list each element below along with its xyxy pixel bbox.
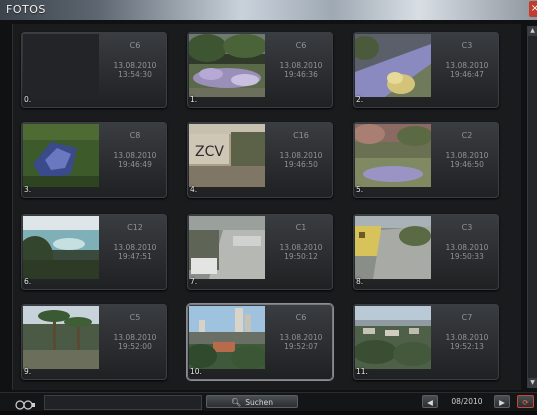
photo-time: 19:46:47 <box>450 70 484 79</box>
scroll-down-icon[interactable]: ▼ <box>528 378 537 388</box>
yellow-house-icon <box>355 216 431 279</box>
camera-label: C1 <box>295 223 307 232</box>
tile-index: 3. <box>24 185 32 194</box>
street-icon <box>189 216 265 279</box>
camera-label: C8 <box>129 131 141 140</box>
tile-index: 1. <box>190 95 198 104</box>
city-skyline-icon <box>189 306 265 369</box>
photo-date: 13.08.2010 <box>113 151 157 160</box>
close-icon[interactable]: × <box>529 1 537 17</box>
arrow-right-icon: ▶ <box>499 398 505 407</box>
camera-label: C3 <box>461 41 473 50</box>
photo-time: 19:52:07 <box>284 342 318 351</box>
flower-garden-icon <box>189 34 265 97</box>
photo-time: 19:46:36 <box>284 70 318 79</box>
photo-date: 13.08.2010 <box>445 151 489 160</box>
search-button-label: Suchen <box>245 398 273 407</box>
photo-date: 13.08.2010 <box>113 333 157 342</box>
photo-date: 13.08.2010 <box>113 243 157 252</box>
camera-label: C12 <box>127 223 143 232</box>
photo-time: 19:46:50 <box>450 160 484 169</box>
photo-time: 19:46:49 <box>118 160 152 169</box>
window-title: FOTOS <box>6 3 46 16</box>
svg-text:ZCV: ZCV <box>195 144 224 160</box>
photo-tile-9[interactable]: C5 13.08.2010 19:52:00 9. <box>21 304 167 380</box>
photo-tile-2[interactable]: C3 13.08.2010 19:46:47 2. <box>353 32 499 108</box>
photo-tile-0[interactable]: C6 13.08.2010 13:54:30 0. <box>21 32 167 108</box>
tile-index: 7. <box>190 277 198 286</box>
dark-icon <box>23 34 99 97</box>
photo-tile-6[interactable]: C12 13.08.2010 19:47:51 6. <box>21 214 167 290</box>
photo-date: 13.08.2010 <box>279 151 323 160</box>
tile-index: 2. <box>356 95 364 104</box>
photo-time: 19:50:12 <box>284 252 318 261</box>
camera-label: C16 <box>293 131 309 140</box>
garden-path-icon <box>355 34 431 97</box>
camera-label: C7 <box>461 313 473 322</box>
camera-label: C3 <box>461 223 473 232</box>
pool-pump-icon <box>23 124 99 187</box>
photo-date: 13.08.2010 <box>279 61 323 70</box>
camera-label: C5 <box>129 313 141 322</box>
photo-time: 19:52:00 <box>118 342 152 351</box>
wall-graffiti-icon: ZCV <box>189 124 265 187</box>
tile-index: 11. <box>356 367 368 376</box>
month-display: 08/2010 <box>451 397 483 406</box>
town-aerial-icon <box>355 306 431 369</box>
footer-bar: 🔍︎ Suchen ◀ 08/2010 ▶ ⟳ <box>0 392 537 411</box>
tile-index: 5. <box>356 185 364 194</box>
photo-time: 19:52:13 <box>450 342 484 351</box>
arrow-left-icon: ◀ <box>427 398 433 407</box>
photo-time: 19:50:33 <box>450 252 484 261</box>
tile-index: 8. <box>356 277 364 286</box>
photo-tile-5[interactable]: C2 13.08.2010 19:46:50 5. <box>353 122 499 198</box>
tile-index: 0. <box>24 95 32 104</box>
refresh-button[interactable]: ⟳ <box>517 395 534 408</box>
refresh-icon: ⟳ <box>522 398 529 407</box>
photo-date: 13.08.2010 <box>445 61 489 70</box>
photo-tile-7[interactable]: C1 13.08.2010 19:50:12 7. <box>187 214 333 290</box>
photo-date: 13.08.2010 <box>279 243 323 252</box>
photos-window: FOTOS × C6 13.08.2010 13:54:30 0. C6 13.… <box>0 0 537 411</box>
camera-icon[interactable] <box>15 396 35 410</box>
camera-label: C6 <box>295 41 307 50</box>
photo-time: 19:46:50 <box>284 160 318 169</box>
bay-view-icon <box>23 216 99 279</box>
photo-date: 13.08.2010 <box>113 61 157 70</box>
lawn-icon <box>355 124 431 187</box>
photo-tile-1[interactable]: C6 13.08.2010 19:46:36 1. <box>187 32 333 108</box>
camera-label: C6 <box>129 41 141 50</box>
tile-index: 4. <box>190 185 198 194</box>
scroll-up-icon[interactable]: ▲ <box>528 26 537 36</box>
photo-grid: C6 13.08.2010 13:54:30 0. C6 13.08.2010 … <box>12 24 521 390</box>
photo-tile-11[interactable]: C7 13.08.2010 19:52:13 11. <box>353 304 499 380</box>
camera-label: C2 <box>461 131 473 140</box>
photo-date: 13.08.2010 <box>279 333 323 342</box>
palm-trees-icon <box>23 306 99 369</box>
vertical-scrollbar[interactable]: ▲ ▼ <box>527 26 537 388</box>
tile-index: 6. <box>24 277 32 286</box>
photo-time: 13:54:30 <box>118 70 152 79</box>
photo-date: 13.08.2010 <box>445 333 489 342</box>
photo-tile-8[interactable]: C3 13.08.2010 19:50:33 8. <box>353 214 499 290</box>
magnifier-icon: 🔍︎ <box>231 398 242 407</box>
camera-label: C6 <box>295 313 307 322</box>
tile-index: 9. <box>24 367 32 376</box>
photo-date: 13.08.2010 <box>445 243 489 252</box>
search-input[interactable] <box>44 395 202 410</box>
photo-tile-3[interactable]: C8 13.08.2010 19:46:49 3. <box>21 122 167 198</box>
photo-time: 19:47:51 <box>118 252 152 261</box>
previous-month-button[interactable]: ◀ <box>422 395 438 408</box>
photo-tile-4[interactable]: ZCV C16 13.08.2010 19:46:50 4. <box>187 122 333 198</box>
photo-tile-10[interactable]: C6 13.08.2010 19:52:07 10. <box>187 304 333 380</box>
tile-index: 10. <box>190 367 202 376</box>
search-button[interactable]: 🔍︎ Suchen <box>206 395 298 408</box>
next-month-button[interactable]: ▶ <box>494 395 510 408</box>
title-bar: FOTOS × <box>0 0 537 20</box>
